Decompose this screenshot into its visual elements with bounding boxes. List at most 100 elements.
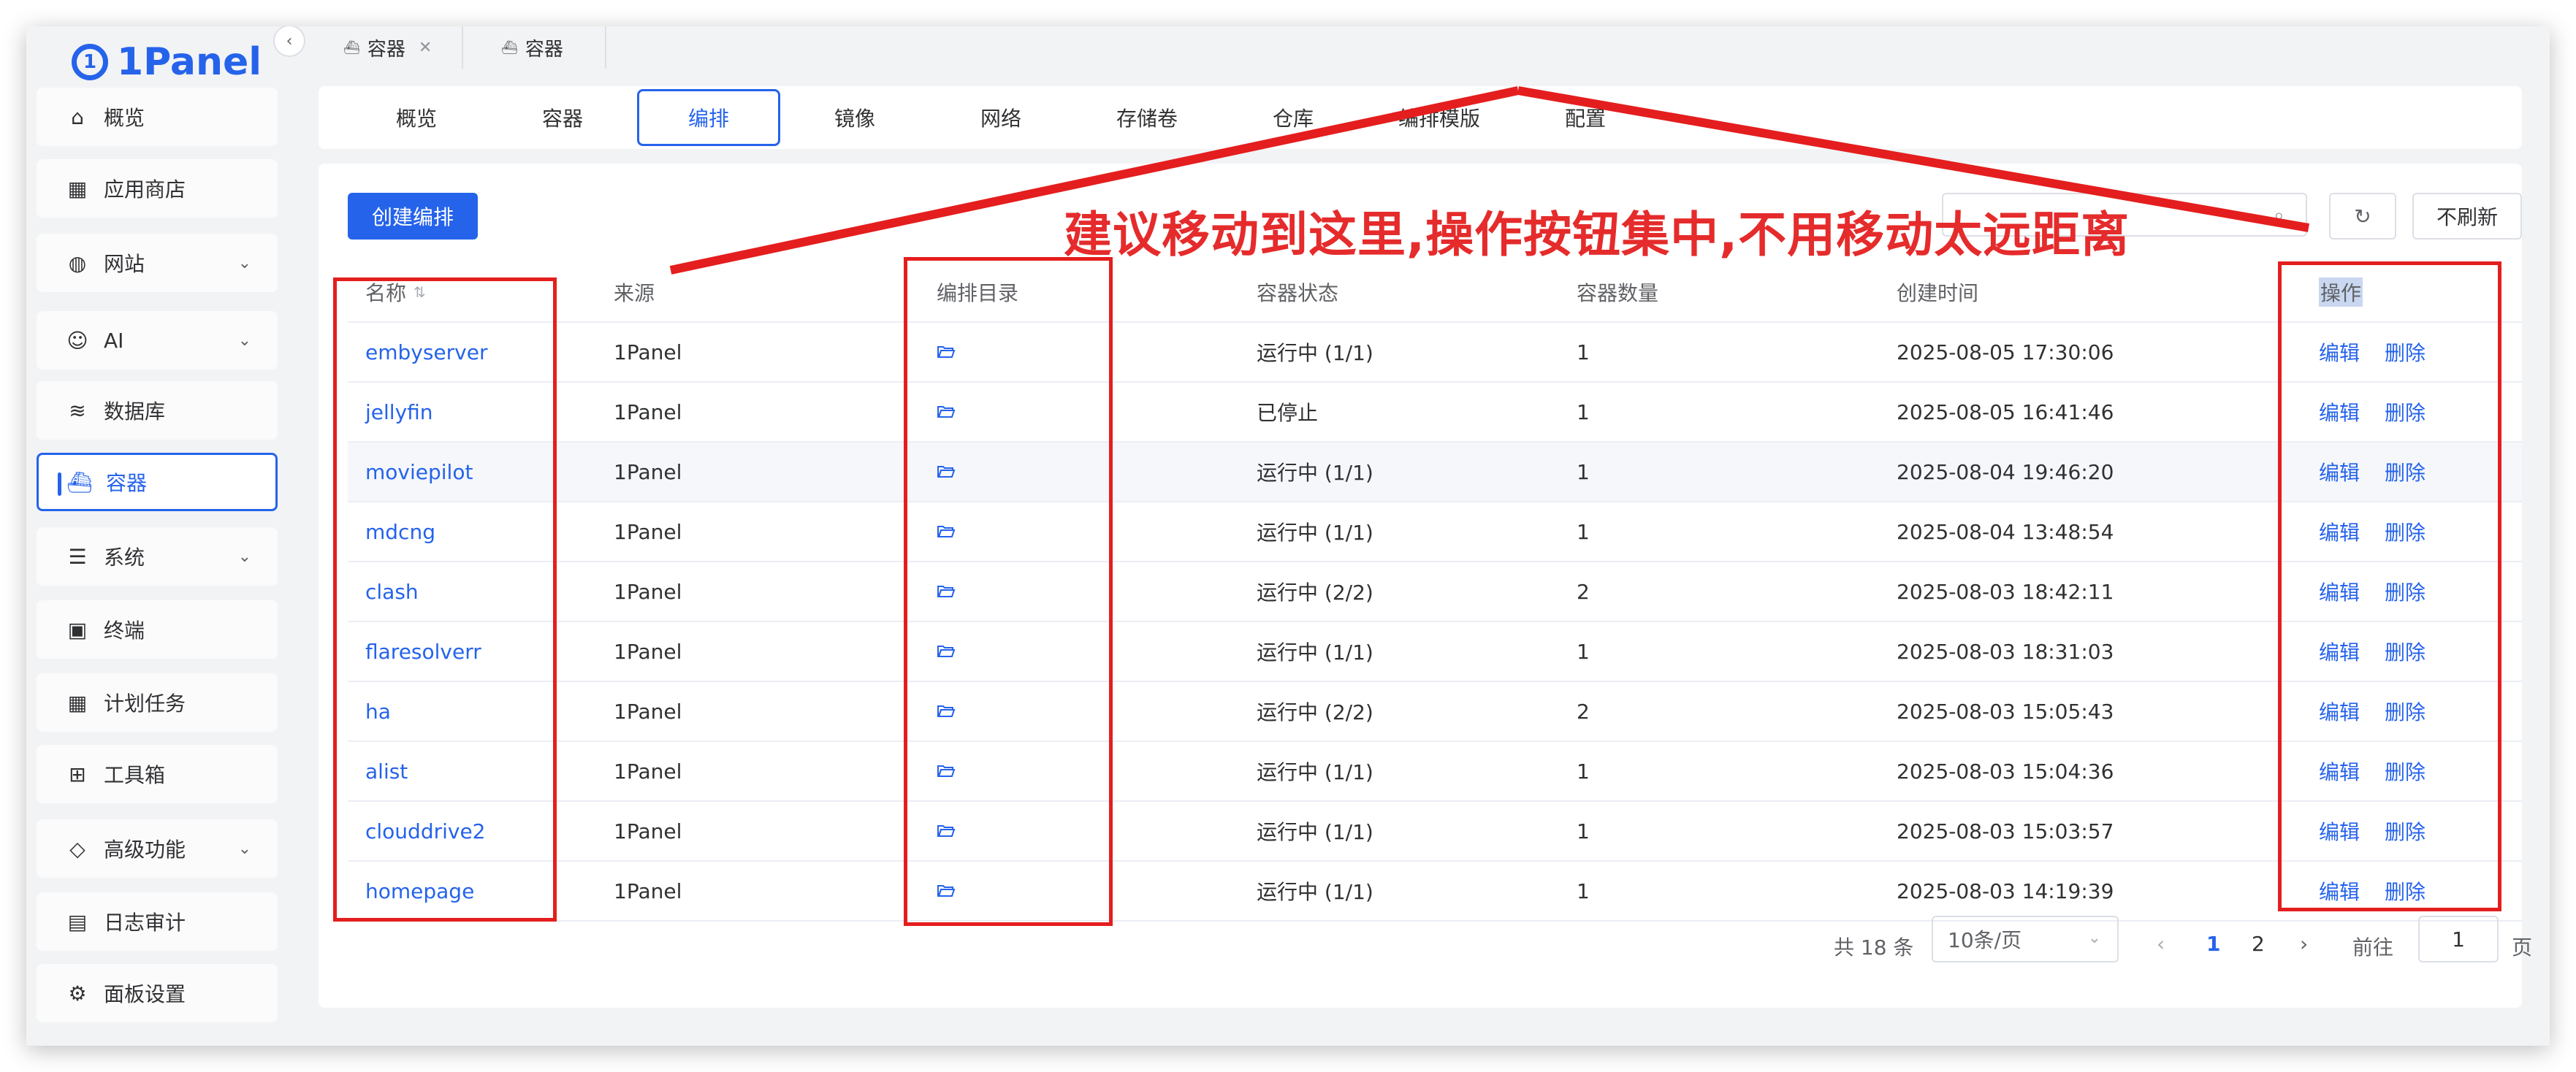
top-tab-containers-2[interactable]: ⛴ 容器 (463, 26, 606, 69)
sub-tab-0[interactable]: 概览 (345, 89, 488, 146)
count-cell: 2 (1577, 699, 1590, 724)
created-cell: 2025-08-03 15:03:57 (1897, 819, 2114, 843)
status-cell: 运行中 (1/1) (1257, 461, 1373, 485)
sidebar-item-8[interactable]: ▦ 计划任务 (37, 673, 278, 732)
created-cell: 2025-08-03 15:05:43 (1897, 699, 2114, 724)
chevron-down-icon: ⌄ (237, 254, 251, 272)
chevron-down-icon: ⌄ (237, 332, 251, 350)
chevron-down-icon: ⌄ (2087, 929, 2101, 947)
table-header: 名称 ⇅ 来源 编排目录 容器状态 容器数量 创建时间 操作 (348, 263, 2522, 323)
sidebar-item-label: 系统 (104, 545, 145, 570)
create-compose-button[interactable]: 创建编排 (348, 193, 478, 240)
sidebar-item-7[interactable]: ▣ 终端 (37, 600, 278, 659)
table-body: embyserver 1Panel 运行中 (1/1) 1 2025-08-05 17:… (348, 323, 2522, 922)
globe-icon: ◍ (68, 250, 87, 275)
goto-page-input[interactable]: 1 (2418, 916, 2499, 962)
sidebar: 1 1Panel ⌂ 概览 ▦ 应用商店 ◍ 网站 ⌄ ☺ AI ⌄ ≋ 数据库 ⛴ 容器 ☰ 系统 ⌄ ▣ 终端 ▦… (26, 26, 288, 1046)
source-cell: 1Panel (614, 878, 682, 903)
sidebar-item-3[interactable]: ☺ AI ⌄ (37, 311, 278, 370)
sidebar-item-4[interactable]: ≋ 数据库 (37, 381, 278, 440)
collapse-sidebar-button[interactable]: ‹ (273, 26, 305, 57)
status-cell: 运行中 (1/1) (1257, 880, 1373, 904)
sidebar-item-1[interactable]: ▦ 应用商店 (37, 159, 278, 218)
sidebar-item-label: 终端 (104, 619, 145, 643)
source-cell: 1Panel (614, 699, 682, 724)
close-icon[interactable]: ✕ (419, 39, 432, 57)
sidebar-item-label: 高级功能 (104, 838, 186, 862)
auto-refresh-select[interactable]: 不刷新 (2412, 193, 2522, 240)
sidebar-item-10[interactable]: ◇ 高级功能 ⌄ (37, 819, 278, 878)
sidebar-item-label: 日志审计 (104, 911, 186, 935)
status-cell: 运行中 (1/1) (1257, 640, 1373, 665)
page-suffix: 页 (2512, 935, 2533, 960)
page-2-button[interactable]: 2 (2252, 932, 2265, 956)
docker-icon: ⛴ (66, 470, 93, 494)
sidebar-item-label: AI (104, 328, 124, 353)
diamond-icon: ◇ (69, 836, 85, 861)
created-cell: 2025-08-03 18:31:03 (1897, 639, 2114, 664)
compose-table: 名称 ⇅ 来源 编排目录 容器状态 容器数量 创建时间 操作 embyserve… (348, 263, 2522, 922)
count-cell: 1 (1577, 639, 1590, 664)
brand-name: 1Panel (117, 40, 262, 84)
search-icon[interactable]: ⌕ (2274, 204, 2285, 227)
count-cell: 1 (1577, 459, 1590, 484)
sidebar-item-5[interactable]: ⛴ 容器 (37, 453, 278, 511)
sub-tab-4[interactable]: 网络 (929, 89, 1072, 146)
source-cell: 1Panel (614, 340, 682, 364)
sidebar-item-2[interactable]: ◍ 网站 ⌄ (37, 234, 278, 292)
refresh-button[interactable]: ↻ (2329, 193, 2396, 240)
count-cell: 1 (1577, 878, 1590, 903)
table-row: embyserver 1Panel 运行中 (1/1) 1 2025-08-05 17:… (348, 323, 2522, 383)
sub-tab-8[interactable]: 配置 (1514, 89, 1657, 146)
count-cell: 2 (1577, 579, 1590, 604)
sidebar-item-11[interactable]: ▤ 日志审计 (37, 892, 278, 951)
top-tab-containers[interactable]: ⛴ 容器 ✕ (319, 26, 463, 69)
sidebar-item-6[interactable]: ☰ 系统 ⌄ (37, 527, 278, 586)
next-page-button[interactable]: › (2300, 932, 2308, 956)
source-cell: 1Panel (614, 399, 682, 424)
created-cell: 2025-08-04 19:46:20 (1897, 459, 2114, 484)
server-icon: ☰ (68, 544, 87, 569)
header-created: 创建时间 (1897, 281, 1979, 305)
sidebar-item-12[interactable]: ⚙ 面板设置 (37, 964, 278, 1022)
sub-tab-7[interactable]: 编排模版 (1368, 89, 1511, 146)
status-cell: 运行中 (2/2) (1257, 700, 1373, 724)
sub-tab-6[interactable]: 仓库 (1222, 89, 1365, 146)
sub-tab-2[interactable]: 编排 (637, 89, 780, 146)
sub-tab-1[interactable]: 容器 (491, 89, 634, 146)
home-icon: ⌂ (71, 104, 84, 129)
annotation-text: 建议移动到这里,操作按钮集中,不用移动太远距离 (1064, 207, 2130, 263)
table-row: mdcng 1Panel 运行中 (1/1) 1 2025-08-04 13:48:54… (348, 502, 2522, 562)
sidebar-item-label: 应用商店 (104, 177, 186, 202)
status-cell: 运行中 (1/1) (1257, 521, 1373, 545)
status-cell: 运行中 (1/1) (1257, 760, 1373, 784)
sidebar-item-label: 工具箱 (104, 763, 166, 787)
sidebar-item-label: 计划任务 (104, 692, 186, 716)
table-row: clash 1Panel 运行中 (2/2) 2 2025-08-03 18:42:11… (348, 562, 2522, 622)
sub-tab-5[interactable]: 存储卷 (1075, 89, 1219, 146)
sidebar-item-9[interactable]: ⊞ 工具箱 (37, 745, 278, 803)
table-row: alist 1Panel 运行中 (1/1) 1 2025-08-03 15:04:36… (348, 742, 2522, 802)
source-cell: 1Panel (614, 459, 682, 484)
header-status: 容器状态 (1257, 281, 1339, 305)
top-tab-label: 容器 (367, 38, 405, 61)
count-cell: 1 (1577, 399, 1590, 424)
gear-icon: ⚙ (68, 981, 87, 1006)
prev-page-button[interactable]: ‹ (2157, 932, 2165, 956)
annotation-box-ops-column (2278, 261, 2501, 911)
chevron-down-icon: ⌄ (237, 548, 251, 566)
sidebar-item-0[interactable]: ⌂ 概览 (37, 88, 278, 146)
header-count: 容器数量 (1577, 281, 1659, 305)
page-size-select[interactable]: 10条/页 ⌄ (1932, 916, 2119, 962)
pagination-total: 共 18 条 (1834, 935, 1914, 960)
sub-tab-3[interactable]: 镜像 (783, 89, 926, 146)
table-row: jellyfin 1Panel 已停止 1 2025-08-05 16:41:46 编辑删… (348, 383, 2522, 443)
sub-tabs-bar: 概览 容器 编排 镜像 网络 存储卷 仓库 编排模版 配置 (319, 86, 2522, 149)
robot-icon: ☺ (66, 328, 88, 353)
calendar-icon: ▦ (67, 690, 88, 715)
page-1-button[interactable]: 1 (2206, 932, 2220, 956)
status-cell: 已停止 (1257, 401, 1319, 425)
annotation-box-name-column (333, 277, 557, 922)
source-cell: 1Panel (614, 519, 682, 544)
active-indicator (58, 472, 61, 496)
